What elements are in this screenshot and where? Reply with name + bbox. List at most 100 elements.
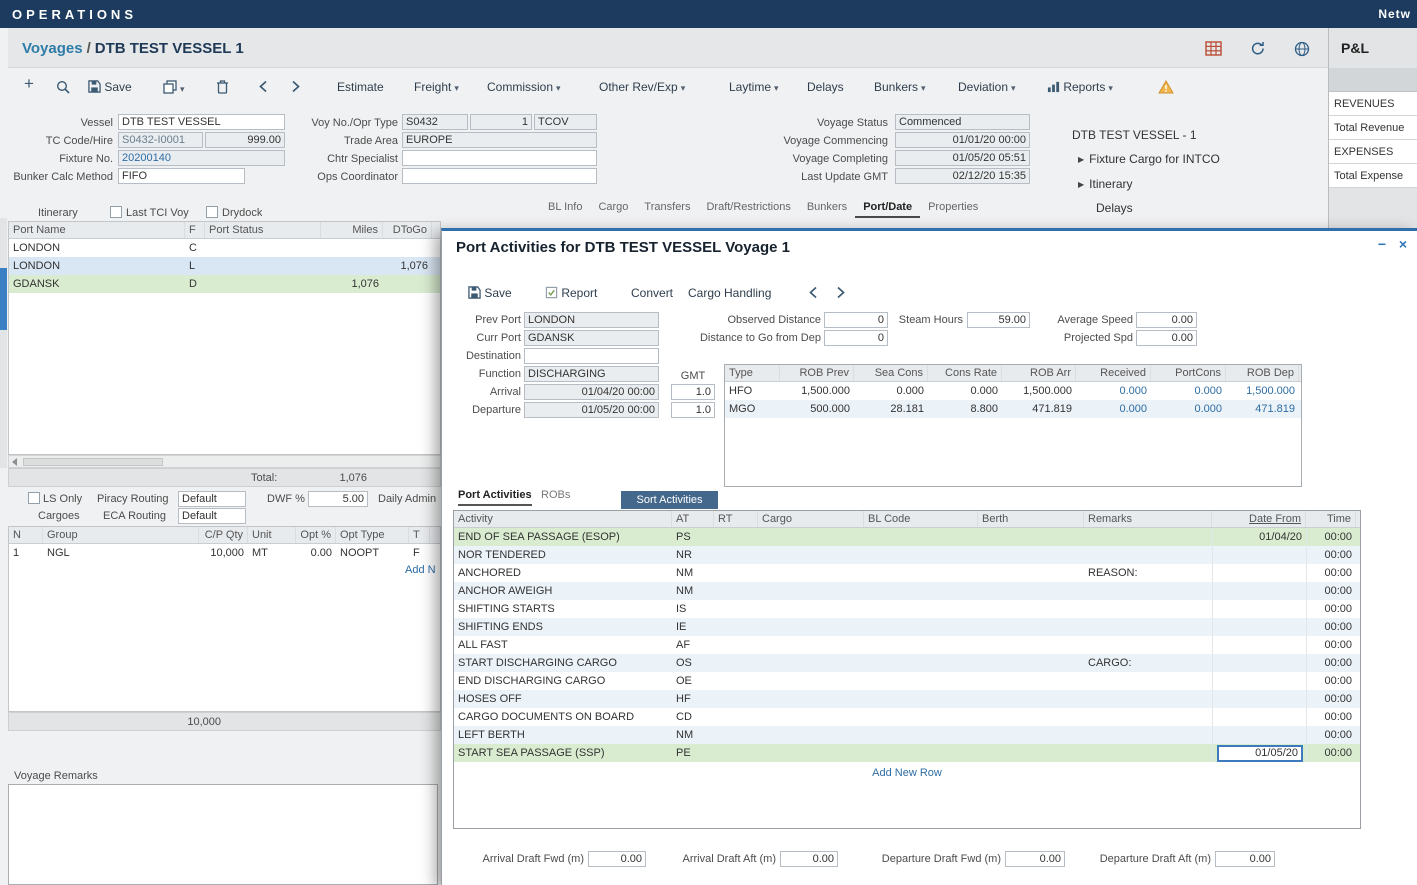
- activity-row[interactable]: START DISCHARGING CARGOOSCARGO:00:00: [454, 654, 1360, 672]
- activity-row[interactable]: SHIFTING STARTSIS00:00: [454, 600, 1360, 618]
- activity-row[interactable]: LEFT BERTHNM00:00: [454, 726, 1360, 744]
- gmt-arrival-field[interactable]: 1.0: [671, 384, 715, 400]
- tab-transfers[interactable]: Transfers: [636, 199, 698, 218]
- activity-row[interactable]: START SEA PASSAGE (SSP)PE01/05/2000:00: [454, 744, 1360, 762]
- activity-row[interactable]: END OF SEA PASSAGE (ESOP)PS01/04/2000:00: [454, 528, 1360, 546]
- sync-icon[interactable]: [1250, 41, 1266, 59]
- activity-row[interactable]: HOSES OFFHF00:00: [454, 690, 1360, 708]
- dialog-prev-port-button[interactable]: [808, 286, 818, 301]
- cargo-row[interactable]: 1NGL10,000MT0.00NOOPTF: [9, 544, 440, 562]
- tree-item-itinerary[interactable]: ▶Itinerary: [1078, 177, 1133, 191]
- bunker-row[interactable]: HFO1,500.0000.0000.0001,500.0000.0000.00…: [725, 382, 1301, 400]
- itinerary-row[interactable]: LONDONL1,076: [9, 257, 440, 275]
- voy-no-field[interactable]: S0432: [402, 114, 468, 130]
- laytime-menu[interactable]: Laytime▾: [729, 80, 779, 96]
- tab-robs[interactable]: ROBs: [541, 489, 570, 504]
- fixture-no-field[interactable]: 20200140: [118, 150, 285, 166]
- previous-voyage-button[interactable]: [258, 80, 268, 95]
- search-icon[interactable]: [56, 80, 70, 96]
- pnl-row[interactable]: REVENUES: [1329, 92, 1417, 116]
- bunkers-menu[interactable]: Bunkers▾: [874, 80, 926, 96]
- eca-routing-field[interactable]: Default: [178, 508, 246, 524]
- arrival-draft-fwd-field[interactable]: 0.00: [588, 851, 646, 867]
- horizontal-scrollbar[interactable]: [8, 455, 441, 468]
- ops-coordinator-field[interactable]: [402, 168, 597, 184]
- deviation-menu[interactable]: Deviation▾: [958, 80, 1016, 96]
- dialog-next-port-button[interactable]: [836, 286, 846, 301]
- date-from-field[interactable]: 01/05/20: [1217, 745, 1303, 762]
- other-rev-exp-menu[interactable]: Other Rev/Exp▾: [599, 80, 685, 96]
- itinerary-row[interactable]: GDANSKD1,076: [9, 275, 440, 293]
- average-speed-field[interactable]: 0.00: [1136, 312, 1197, 328]
- observed-distance-field[interactable]: 0: [824, 312, 888, 328]
- function-field[interactable]: DISCHARGING: [524, 366, 659, 382]
- next-voyage-button[interactable]: [291, 80, 301, 95]
- scrollbar-thumb[interactable]: [0, 268, 7, 330]
- piracy-routing-field[interactable]: Default: [178, 491, 246, 507]
- close-icon[interactable]: ×: [1395, 236, 1411, 252]
- pnl-row[interactable]: Total Revenue: [1329, 116, 1417, 140]
- bunker-calc-method-field[interactable]: FIFO: [118, 168, 245, 184]
- activity-row[interactable]: ANCHOREDNMREASON:00:00: [454, 564, 1360, 582]
- opr-type-field[interactable]: TCOV: [534, 114, 597, 130]
- add-cargo-link[interactable]: Add N: [405, 564, 439, 576]
- drydock-checkbox[interactable]: [206, 206, 218, 218]
- tab-port-date[interactable]: Port/Date: [855, 199, 920, 218]
- activity-row[interactable]: NOR TENDEREDNR00:00: [454, 546, 1360, 564]
- activity-row[interactable]: ALL FASTAF00:00: [454, 636, 1360, 654]
- itinerary-row[interactable]: LONDONC: [9, 239, 440, 257]
- activity-row[interactable]: CARGO DOCUMENTS ON BOARDCD00:00: [454, 708, 1360, 726]
- departure-draft-aft-field[interactable]: 0.00: [1215, 851, 1275, 867]
- sort-activities-button[interactable]: Sort Activities: [621, 491, 718, 509]
- departure-draft-fwd-field[interactable]: 0.00: [1005, 851, 1065, 867]
- minimize-icon[interactable]: −: [1374, 236, 1390, 252]
- tab-port-activities[interactable]: Port Activities: [458, 489, 532, 506]
- tab-cargo[interactable]: Cargo: [590, 199, 636, 218]
- pnl-row[interactable]: Total Expense: [1329, 164, 1417, 188]
- add-button[interactable]: +: [24, 76, 34, 91]
- tree-item-delays[interactable]: Delays: [1096, 201, 1133, 215]
- ls-only-checkbox[interactable]: [28, 492, 40, 504]
- distance-to-go-field[interactable]: 0: [824, 330, 888, 346]
- activity-row[interactable]: SHIFTING ENDSIE00:00: [454, 618, 1360, 636]
- vertical-scrollbar[interactable]: [0, 218, 7, 468]
- activity-row[interactable]: END DISCHARGING CARGOOE00:00: [454, 672, 1360, 690]
- save-button[interactable]: Save: [88, 80, 132, 95]
- last-update-gmt-field[interactable]: 02/12/20 15:35: [895, 168, 1030, 184]
- dialog-report-button[interactable]: Report: [545, 286, 597, 301]
- tab-draft-restrictions[interactable]: Draft/Restrictions: [698, 199, 798, 218]
- scrollbar-thumb[interactable]: [23, 458, 163, 466]
- destination-field[interactable]: [524, 348, 659, 364]
- tc-code-field[interactable]: S0432-I0001: [118, 132, 203, 148]
- voy-seq-field[interactable]: 1: [470, 114, 532, 130]
- departure-field[interactable]: 01/05/20 00:00: [524, 402, 659, 418]
- tab-properties[interactable]: Properties: [920, 199, 986, 218]
- dwf-field[interactable]: 5.00: [308, 491, 368, 507]
- arrival-field[interactable]: 01/04/20 00:00: [524, 384, 659, 400]
- voyage-completing-field[interactable]: 01/05/20 05:51: [895, 150, 1030, 166]
- tc-hire-field[interactable]: 999.00: [205, 132, 285, 148]
- copy-button[interactable]: ▾: [163, 80, 185, 97]
- arrival-draft-aft-field[interactable]: 0.00: [780, 851, 838, 867]
- tree-item-fixture-cargo[interactable]: ▶Fixture Cargo for INTCO: [1078, 152, 1220, 166]
- tab-bunkers[interactable]: Bunkers: [799, 199, 855, 218]
- voyage-status-field[interactable]: Commenced: [895, 114, 1030, 130]
- globe-icon[interactable]: [1294, 41, 1310, 60]
- delays-button[interactable]: Delays: [807, 80, 844, 95]
- add-new-row-link[interactable]: Add New Row: [454, 764, 1360, 782]
- grid-view-icon[interactable]: [1205, 41, 1222, 59]
- prev-port-field[interactable]: LONDON: [524, 312, 659, 328]
- curr-port-field[interactable]: GDANSK: [524, 330, 659, 346]
- projected-spd-field[interactable]: 0.00: [1136, 330, 1197, 346]
- freight-menu[interactable]: Freight▾: [414, 80, 459, 96]
- vessel-field[interactable]: DTB TEST VESSEL: [118, 114, 285, 130]
- commission-menu[interactable]: Commission▾: [487, 80, 561, 96]
- activity-row[interactable]: ANCHOR AWEIGHNM00:00: [454, 582, 1360, 600]
- bunker-row[interactable]: MGO500.00028.1818.800471.8190.0000.00047…: [725, 400, 1301, 418]
- tab-bl-info[interactable]: BL Info: [540, 199, 590, 218]
- delete-button[interactable]: [216, 80, 229, 96]
- topbar-network-menu[interactable]: Netw: [1378, 7, 1411, 21]
- breadcrumb-voyages-link[interactable]: Voyages: [22, 40, 83, 57]
- voyage-remarks-input[interactable]: [8, 784, 438, 885]
- pnl-row[interactable]: EXPENSES: [1329, 140, 1417, 164]
